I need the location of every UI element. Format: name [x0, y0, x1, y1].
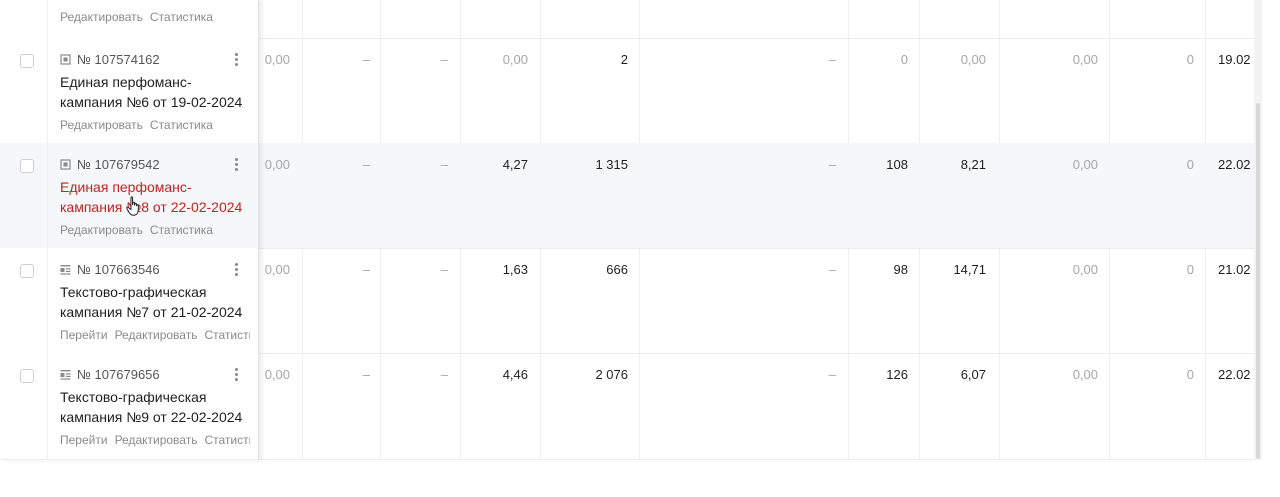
cell-value: 1 315 [595, 157, 628, 172]
cell-value: 0,00 [1072, 157, 1098, 172]
edit-link[interactable]: Редактировать [60, 223, 143, 237]
performance-campaign-icon [60, 159, 71, 170]
go-link[interactable]: Перейти [60, 433, 108, 447]
statistics-link[interactable]: Статистика [204, 433, 250, 447]
column-divider [47, 0, 48, 38]
cell-value: – [362, 367, 370, 382]
campaign-id-text: № 107679542 [77, 157, 160, 172]
campaign-actions: Перейти Редактировать Статистика [60, 328, 250, 342]
cell-value: 0,00 [1072, 367, 1098, 382]
performance-campaign-icon [60, 54, 71, 65]
text-graphic-campaign-icon [60, 370, 71, 380]
cell-value: – [362, 52, 370, 67]
statistics-link[interactable]: Статистика [150, 10, 213, 24]
cell-value: 0,00 [264, 157, 290, 172]
cell-value: 14,71 [953, 262, 986, 277]
statistics-link[interactable]: Статистика [150, 118, 213, 132]
campaign-cell-partial: Редактировать Статистика [0, 0, 258, 39]
campaign-id: № 107679542 [60, 157, 160, 172]
more-menu-icon[interactable] [230, 51, 242, 69]
hand-cursor-icon [126, 196, 139, 216]
edit-link[interactable]: Редактировать [60, 10, 143, 24]
cell-value: 6,07 [960, 367, 986, 382]
cell-value: 0 [1186, 157, 1194, 172]
campaign-id-text: № 107574162 [77, 52, 160, 67]
cell-value: 2 [620, 52, 628, 67]
row-checkbox[interactable] [20, 369, 34, 383]
text-graphic-campaign-icon [60, 265, 71, 275]
column-divider [47, 38, 48, 143]
cell-value: 0,00 [960, 52, 986, 67]
cell-value: 0,00 [264, 52, 290, 67]
cell-value: – [440, 367, 448, 382]
campaign-id-text: № 107679656 [77, 367, 160, 382]
cell-date: 21.02 [1218, 262, 1251, 277]
cell-value: 126 [886, 367, 908, 382]
cell-value: – [362, 262, 370, 277]
campaign-actions: Редактировать Статистика [60, 10, 220, 24]
cell-value: 0,00 [502, 52, 528, 67]
edit-link[interactable]: Редактировать [115, 433, 198, 447]
column-divider [47, 143, 48, 248]
sticky-campaign-column: Редактировать Статистика № 107574162 Един… [0, 0, 259, 460]
edit-link[interactable]: Редактировать [60, 118, 143, 132]
edit-link[interactable]: Редактировать [115, 328, 198, 342]
campaign-name-link[interactable]: Единая перфоманс-кампания №8 от 22-02-20… [60, 177, 250, 217]
campaign-name-link[interactable]: Единая перфоманс-кампания №6 от 19-02-20… [60, 72, 250, 112]
cell-date: 22.02 [1218, 367, 1251, 382]
campaign-id: № 107663546 [60, 262, 160, 277]
cell-value: 666 [606, 262, 628, 277]
campaign-cell: № 107574162 Единая перфоманс-кампания №6… [0, 38, 258, 144]
campaign-id: № 107574162 [60, 52, 160, 67]
cell-value: 4,46 [502, 367, 528, 382]
cell-value: – [828, 262, 836, 277]
campaign-actions: Редактировать Статистика [60, 223, 250, 237]
more-menu-icon[interactable] [230, 366, 242, 384]
cell-value: 0 [900, 52, 908, 67]
cell-value: – [440, 52, 448, 67]
column-divider [47, 353, 48, 459]
cell-value: 2 076 [595, 367, 628, 382]
campaign-cell: № 107663546 Текстово-графическая кампани… [0, 248, 258, 354]
campaign-actions: Редактировать Статистика [60, 118, 250, 132]
campaign-id: № 107679656 [60, 367, 160, 382]
cell-value: – [440, 157, 448, 172]
go-link[interactable]: Перейти [60, 328, 108, 342]
cell-value: – [828, 52, 836, 67]
more-menu-icon[interactable] [230, 156, 242, 174]
cell-value: 0 [1186, 262, 1194, 277]
cell-value: – [828, 157, 836, 172]
more-menu-icon[interactable] [230, 261, 242, 279]
cell-value: – [440, 262, 448, 277]
cell-date: 22.02 [1218, 157, 1251, 172]
campaign-actions: Перейти Редактировать Статистика [60, 433, 250, 447]
campaign-name-link[interactable]: Текстово-графическая кампания №7 от 21-0… [60, 282, 250, 322]
cell-value: 1,63 [502, 262, 528, 277]
row-checkbox[interactable] [20, 54, 34, 68]
cell-value: 98 [893, 262, 908, 277]
statistics-link[interactable]: Статистика [150, 223, 213, 237]
cell-value: 4,27 [502, 157, 528, 172]
statistics-link[interactable]: Статистика [204, 328, 250, 342]
cell-value: 0 [1186, 52, 1194, 67]
cell-date: 19.02 [1218, 52, 1251, 67]
row-checkbox[interactable] [20, 159, 34, 173]
cell-value: 108 [886, 157, 908, 172]
campaign-id-text: № 107663546 [77, 262, 160, 277]
scrollbar-thumb[interactable] [1256, 103, 1260, 459]
cell-value: 0,00 [1072, 52, 1098, 67]
campaigns-table: 0,00 – – 0,00 2 – 0 0,00 0,00 0 19.02 0,… [0, 0, 1254, 460]
column-divider [47, 248, 48, 353]
cell-value: 0 [1186, 367, 1194, 382]
cell-value: – [828, 367, 836, 382]
cell-value: – [362, 157, 370, 172]
cell-value: 8,21 [960, 157, 986, 172]
cell-value: 0,00 [264, 367, 290, 382]
cell-value: 0,00 [264, 262, 290, 277]
row-checkbox[interactable] [20, 264, 34, 278]
cell-value: 0,00 [1072, 262, 1098, 277]
campaign-cell: № 107679656 Текстово-графическая кампани… [0, 353, 258, 460]
campaign-name-link[interactable]: Текстово-графическая кампания №9 от 22-0… [60, 387, 250, 427]
